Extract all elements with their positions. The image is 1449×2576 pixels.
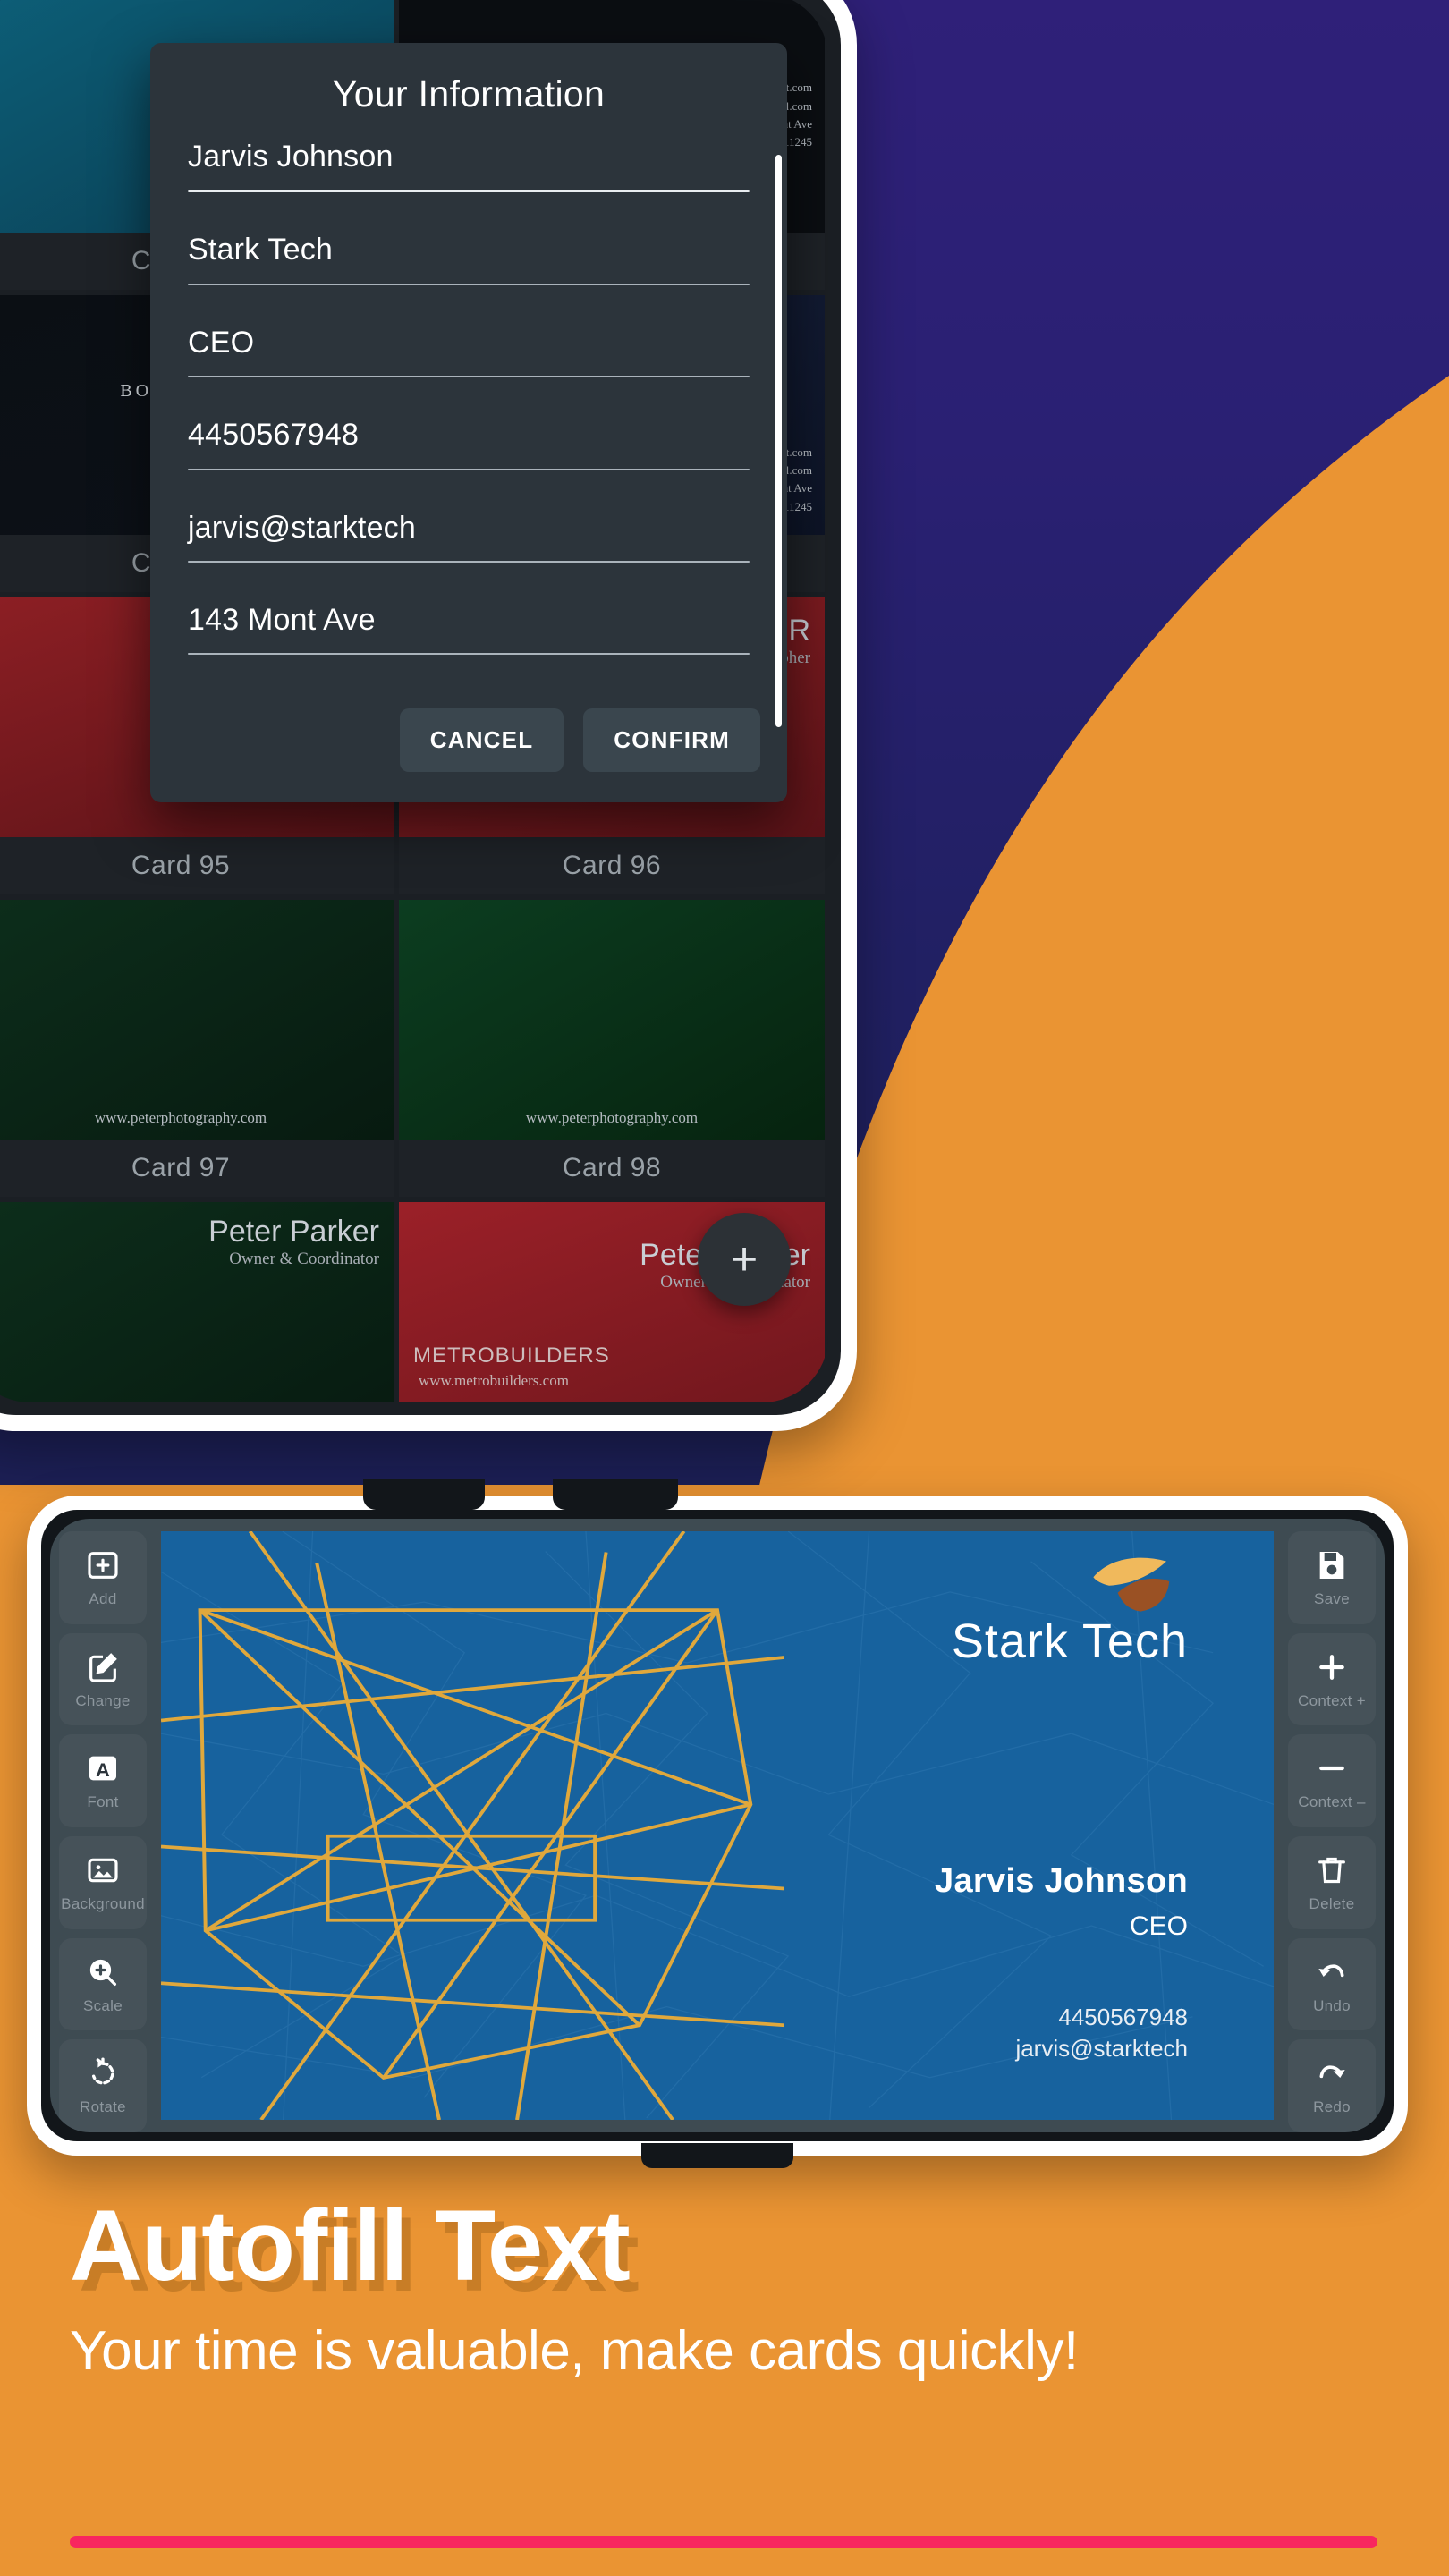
image-icon <box>85 1852 121 1888</box>
right-toolbar: Save Context + Context – Delete Undo Red… <box>1279 1519 1385 2132</box>
company-value: Stark Tech <box>188 233 334 267</box>
grid-cell[interactable]: www.peterphotography.com Card 97 <box>0 900 394 1197</box>
svg-text:A: A <box>96 1758 110 1781</box>
tool-change-button[interactable]: Change <box>59 1632 147 1726</box>
job-title-field[interactable]: CEO <box>188 325 750 378</box>
field-underline <box>188 560 750 563</box>
full-name-field[interactable]: Jarvis Johnson <box>188 140 750 193</box>
address-field[interactable]: 143 Mont Ave <box>188 602 750 656</box>
confirm-button[interactable]: CONFIRM <box>583 708 760 773</box>
thumb-website: www.peterphotography.com <box>525 1109 699 1126</box>
dialog-button-row: CANCEL CONFIRM <box>150 696 787 802</box>
tool-context-plus-button[interactable]: Context + <box>1288 1632 1376 1726</box>
thumb-name: Peter Parker <box>208 1215 379 1249</box>
card-person-name: Jarvis Johnson <box>935 1862 1188 1900</box>
card-caption: Card 98 <box>399 1140 825 1197</box>
card-caption: Card 97 <box>0 1140 394 1197</box>
business-card-preview[interactable]: Stark Tech Jarvis Johnson CEO 4450567948… <box>161 1531 1274 2120</box>
tool-label: Context + <box>1298 1691 1366 1709</box>
tool-font-button[interactable]: A Font <box>59 1734 147 1828</box>
dialog-form: Jarvis Johnson Stark Tech CEO 4450567948… <box>150 140 787 727</box>
bottom-progress-bar <box>70 2536 1377 2548</box>
email-field[interactable]: jarvis@starktech <box>188 510 750 563</box>
tool-background-button[interactable]: Background <box>59 1836 147 1929</box>
card-thumbnail: Peter Parker Owner & Coordinator BigHike… <box>0 1202 394 1402</box>
thumb-logo-text: METROBUILDERS <box>413 1343 610 1368</box>
zoom-in-icon <box>85 1954 121 1990</box>
tablet-home-indicator <box>641 2143 793 2168</box>
font-a-icon: A <box>85 1750 121 1786</box>
tool-scale-button[interactable]: Scale <box>59 1937 147 2031</box>
full-name-value: Jarvis Johnson <box>188 140 394 174</box>
subheadline: Your time is valuable, make cards quickl… <box>70 2320 1079 2382</box>
email-value: jarvis@starktech <box>188 510 416 545</box>
phone-field[interactable]: 4450567948 <box>188 418 750 470</box>
card-thumbnail: www.peterphotography.com <box>399 900 825 1140</box>
tablet-notch-right <box>553 1479 678 1510</box>
headline: Autofill Text <box>70 2190 631 2301</box>
tool-add-button[interactable]: Add <box>59 1531 147 1624</box>
dialog-title: Your Information <box>332 73 606 114</box>
card-phone-number: 4450567948 <box>1058 2004 1188 2030</box>
tool-label: Font <box>87 1793 119 1811</box>
tool-label: Context – <box>1298 1793 1366 1811</box>
footer-copy: Autofill Text Your time is valuable, mak… <box>70 2196 1376 2383</box>
phone-value: 4450567948 <box>188 418 360 453</box>
field-underline <box>188 283 750 285</box>
field-underline <box>188 376 750 378</box>
tool-label: Undo <box>1313 1996 1351 2014</box>
tool-label: Background <box>61 1894 145 1912</box>
save-disk-icon <box>1314 1547 1350 1583</box>
editor-canvas[interactable]: Stark Tech Jarvis Johnson CEO 4450567948… <box>156 1519 1279 2132</box>
rotate-icon <box>85 2055 121 2091</box>
tool-label: Redo <box>1313 2098 1351 2116</box>
trash-icon <box>1314 1852 1350 1888</box>
company-field[interactable]: Stark Tech <box>188 233 750 285</box>
redo-arrow-icon <box>1314 2055 1350 2091</box>
card-thumbnail: www.peterphotography.com <box>0 900 394 1140</box>
left-toolbar: Add Change A Font Background Scale Rotat… <box>50 1519 156 2132</box>
edit-pencil-icon <box>85 1649 121 1685</box>
card-person-role: CEO <box>1129 1911 1188 1941</box>
tool-label: Change <box>75 1691 131 1709</box>
tool-label: Add <box>89 1589 117 1607</box>
tool-rotate-button[interactable]: Rotate <box>59 2039 147 2132</box>
card-email-address: jarvis@starktech <box>1015 2035 1188 2062</box>
job-title-value: CEO <box>188 325 255 360</box>
thumb-role: Owner & Coordinator <box>229 1250 379 1268</box>
card-caption: Card 95 <box>0 837 394 894</box>
minus-icon <box>1314 1750 1350 1786</box>
grid-cell[interactable]: Peter Parker Owner & Coordinator BigHike… <box>0 1202 394 1402</box>
tool-save-button[interactable]: Save <box>1288 1531 1376 1624</box>
undo-arrow-icon <box>1314 1954 1350 1990</box>
card-caption: Card 96 <box>399 837 825 894</box>
add-box-icon <box>85 1547 121 1583</box>
field-underline <box>188 190 750 193</box>
stark-tech-logo-icon <box>1093 1557 1170 1612</box>
tool-label: Rotate <box>80 2098 126 2116</box>
tool-undo-button[interactable]: Undo <box>1288 1937 1376 2031</box>
tool-delete-button[interactable]: Delete <box>1288 1836 1376 1929</box>
tablet-device-mockup: Add Change A Font Background Scale Rotat… <box>27 1479 1408 2168</box>
tool-redo-button[interactable]: Redo <box>1288 2039 1376 2132</box>
field-underline <box>188 653 750 656</box>
cancel-button[interactable]: CANCEL <box>399 708 564 773</box>
tool-label: Delete <box>1309 1894 1355 1912</box>
card-brand-name: Stark Tech <box>951 1614 1188 1668</box>
card-geometric-lines <box>161 1531 784 2120</box>
tablet-notch-left <box>363 1479 485 1510</box>
plus-icon <box>1314 1649 1350 1685</box>
tool-label: Save <box>1314 1589 1350 1607</box>
your-information-dialog: Your Information Jarvis Johnson Stark Te… <box>150 43 787 803</box>
tool-context-minus-button[interactable]: Context – <box>1288 1734 1376 1828</box>
grid-cell[interactable]: www.peterphotography.com Card 98 <box>399 900 825 1197</box>
address-value: 143 Mont Ave <box>188 602 376 637</box>
tool-label: Scale <box>82 1996 123 2014</box>
thumb-website: www.metrobuilders.com <box>419 1372 569 1389</box>
thumb-website: www.peterphotography.com <box>94 1109 267 1126</box>
field-underline <box>188 468 750 470</box>
dialog-scrollbar[interactable] <box>775 155 782 727</box>
editor-screen: Add Change A Font Background Scale Rotat… <box>50 1519 1385 2132</box>
add-card-fab[interactable]: + <box>698 1213 791 1306</box>
